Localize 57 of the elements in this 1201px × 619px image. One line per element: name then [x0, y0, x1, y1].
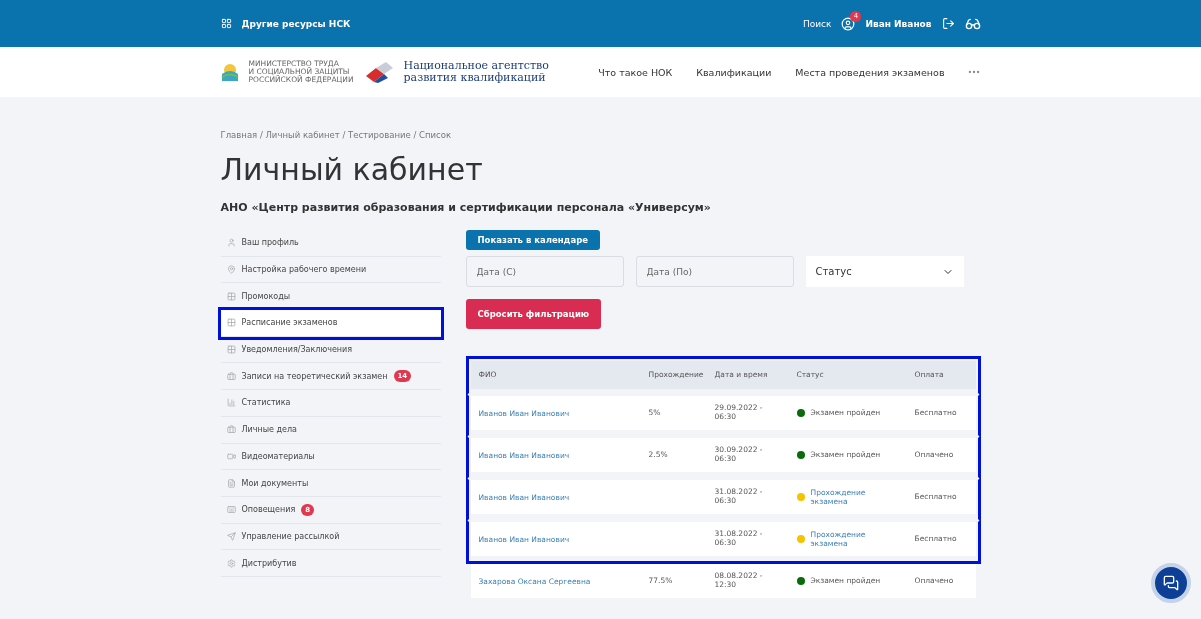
sidebar-label: Записи на теоретический экзамен	[241, 371, 388, 381]
user-icon	[226, 238, 236, 248]
grid-icon[interactable]	[220, 18, 232, 29]
briefcase-icon	[226, 425, 236, 435]
settings-icon	[226, 558, 236, 568]
briefcase-icon	[226, 371, 236, 381]
sidebar-label: Личные дела	[241, 425, 297, 435]
sidebar-label: Уведомления/Заключения	[241, 345, 353, 355]
reset-button[interactable]: Сбросить фильтрацию	[465, 299, 602, 329]
pin-icon	[226, 265, 236, 275]
sidebar-label: Ваш профиль	[241, 238, 299, 248]
grid-icon	[226, 345, 236, 355]
paper-plane-icon	[226, 531, 236, 541]
sidebar-item[interactable]: Ваш профиль	[220, 230, 441, 257]
sidebar-label: Дистрибутив	[241, 558, 297, 568]
nav-link[interactable]: Места проведения экзаменов	[795, 66, 945, 78]
sidebar-item[interactable]: Статистика	[220, 390, 441, 417]
sidebar-item[interactable]: Мои документы	[220, 470, 441, 497]
date-to-field[interactable]: Дата (По)	[635, 256, 794, 287]
sidebar-label: Настройка рабочего времени	[241, 265, 367, 275]
grid-icon	[226, 291, 236, 301]
bar-chart-icon	[226, 398, 236, 408]
document-icon	[226, 478, 236, 488]
sidebar-label: Оповещения	[241, 505, 296, 515]
sidebar-label: Видеоматериалы	[241, 451, 315, 461]
grid-icon	[226, 318, 236, 328]
sidebar-label: Управление рассылкой	[241, 531, 340, 541]
sidebar-item[interactable]: Управление рассылкой	[220, 523, 441, 551]
chat-icon	[1163, 575, 1179, 591]
sidebar-label: Мои документы	[241, 478, 309, 488]
logout-icon[interactable]	[941, 17, 955, 30]
organization-name: АНО «Центр развития образования и сертификации персонала «Универсум»	[220, 201, 712, 214]
sidebar-item[interactable]: Уведомления/Заключения	[220, 336, 441, 364]
sidebar-label: Статистика	[241, 398, 291, 408]
sidebar-label: Расписание экзаменов	[241, 318, 338, 328]
sidebar-item[interactable]: Расписание экзаменов	[220, 310, 441, 337]
resources-link[interactable]: Другие ресурсы НСК	[241, 18, 351, 29]
sidebar-item[interactable]: Видеоматериалы	[220, 443, 441, 471]
video-camera-icon	[226, 451, 236, 461]
user-icon[interactable]	[841, 16, 856, 31]
sidebar-item[interactable]: Настройка рабочего времени	[220, 256, 441, 284]
page-title: Личный кабинет	[220, 152, 484, 187]
nav-link[interactable]: Квалификации	[696, 66, 772, 78]
sidebar-item[interactable]: Дистрибутив	[220, 550, 441, 577]
date-from-field[interactable]: Дата (С)	[465, 256, 624, 287]
agency-name: Национальное агентство развития квалификаций	[403, 60, 549, 84]
status-select[interactable]: Статус	[805, 256, 964, 287]
ministry-logo-icon	[220, 62, 239, 82]
nav-link[interactable]: Что такое НОК	[598, 66, 673, 78]
breadcrumbs: Главная / Личный кабинет / Тестирование / Список	[220, 130, 453, 140]
user-name[interactable]: Иван Иванов	[865, 18, 932, 29]
calendar-button[interactable]: Показать в календаре	[465, 230, 601, 250]
search-link[interactable]: Поиск	[802, 18, 832, 29]
keyboard-icon	[226, 505, 236, 515]
sidebar-item[interactable]: Личные дела	[220, 416, 441, 444]
sidebar-label: Промокоды	[241, 291, 290, 301]
chat-button[interactable]	[1151, 563, 1191, 603]
